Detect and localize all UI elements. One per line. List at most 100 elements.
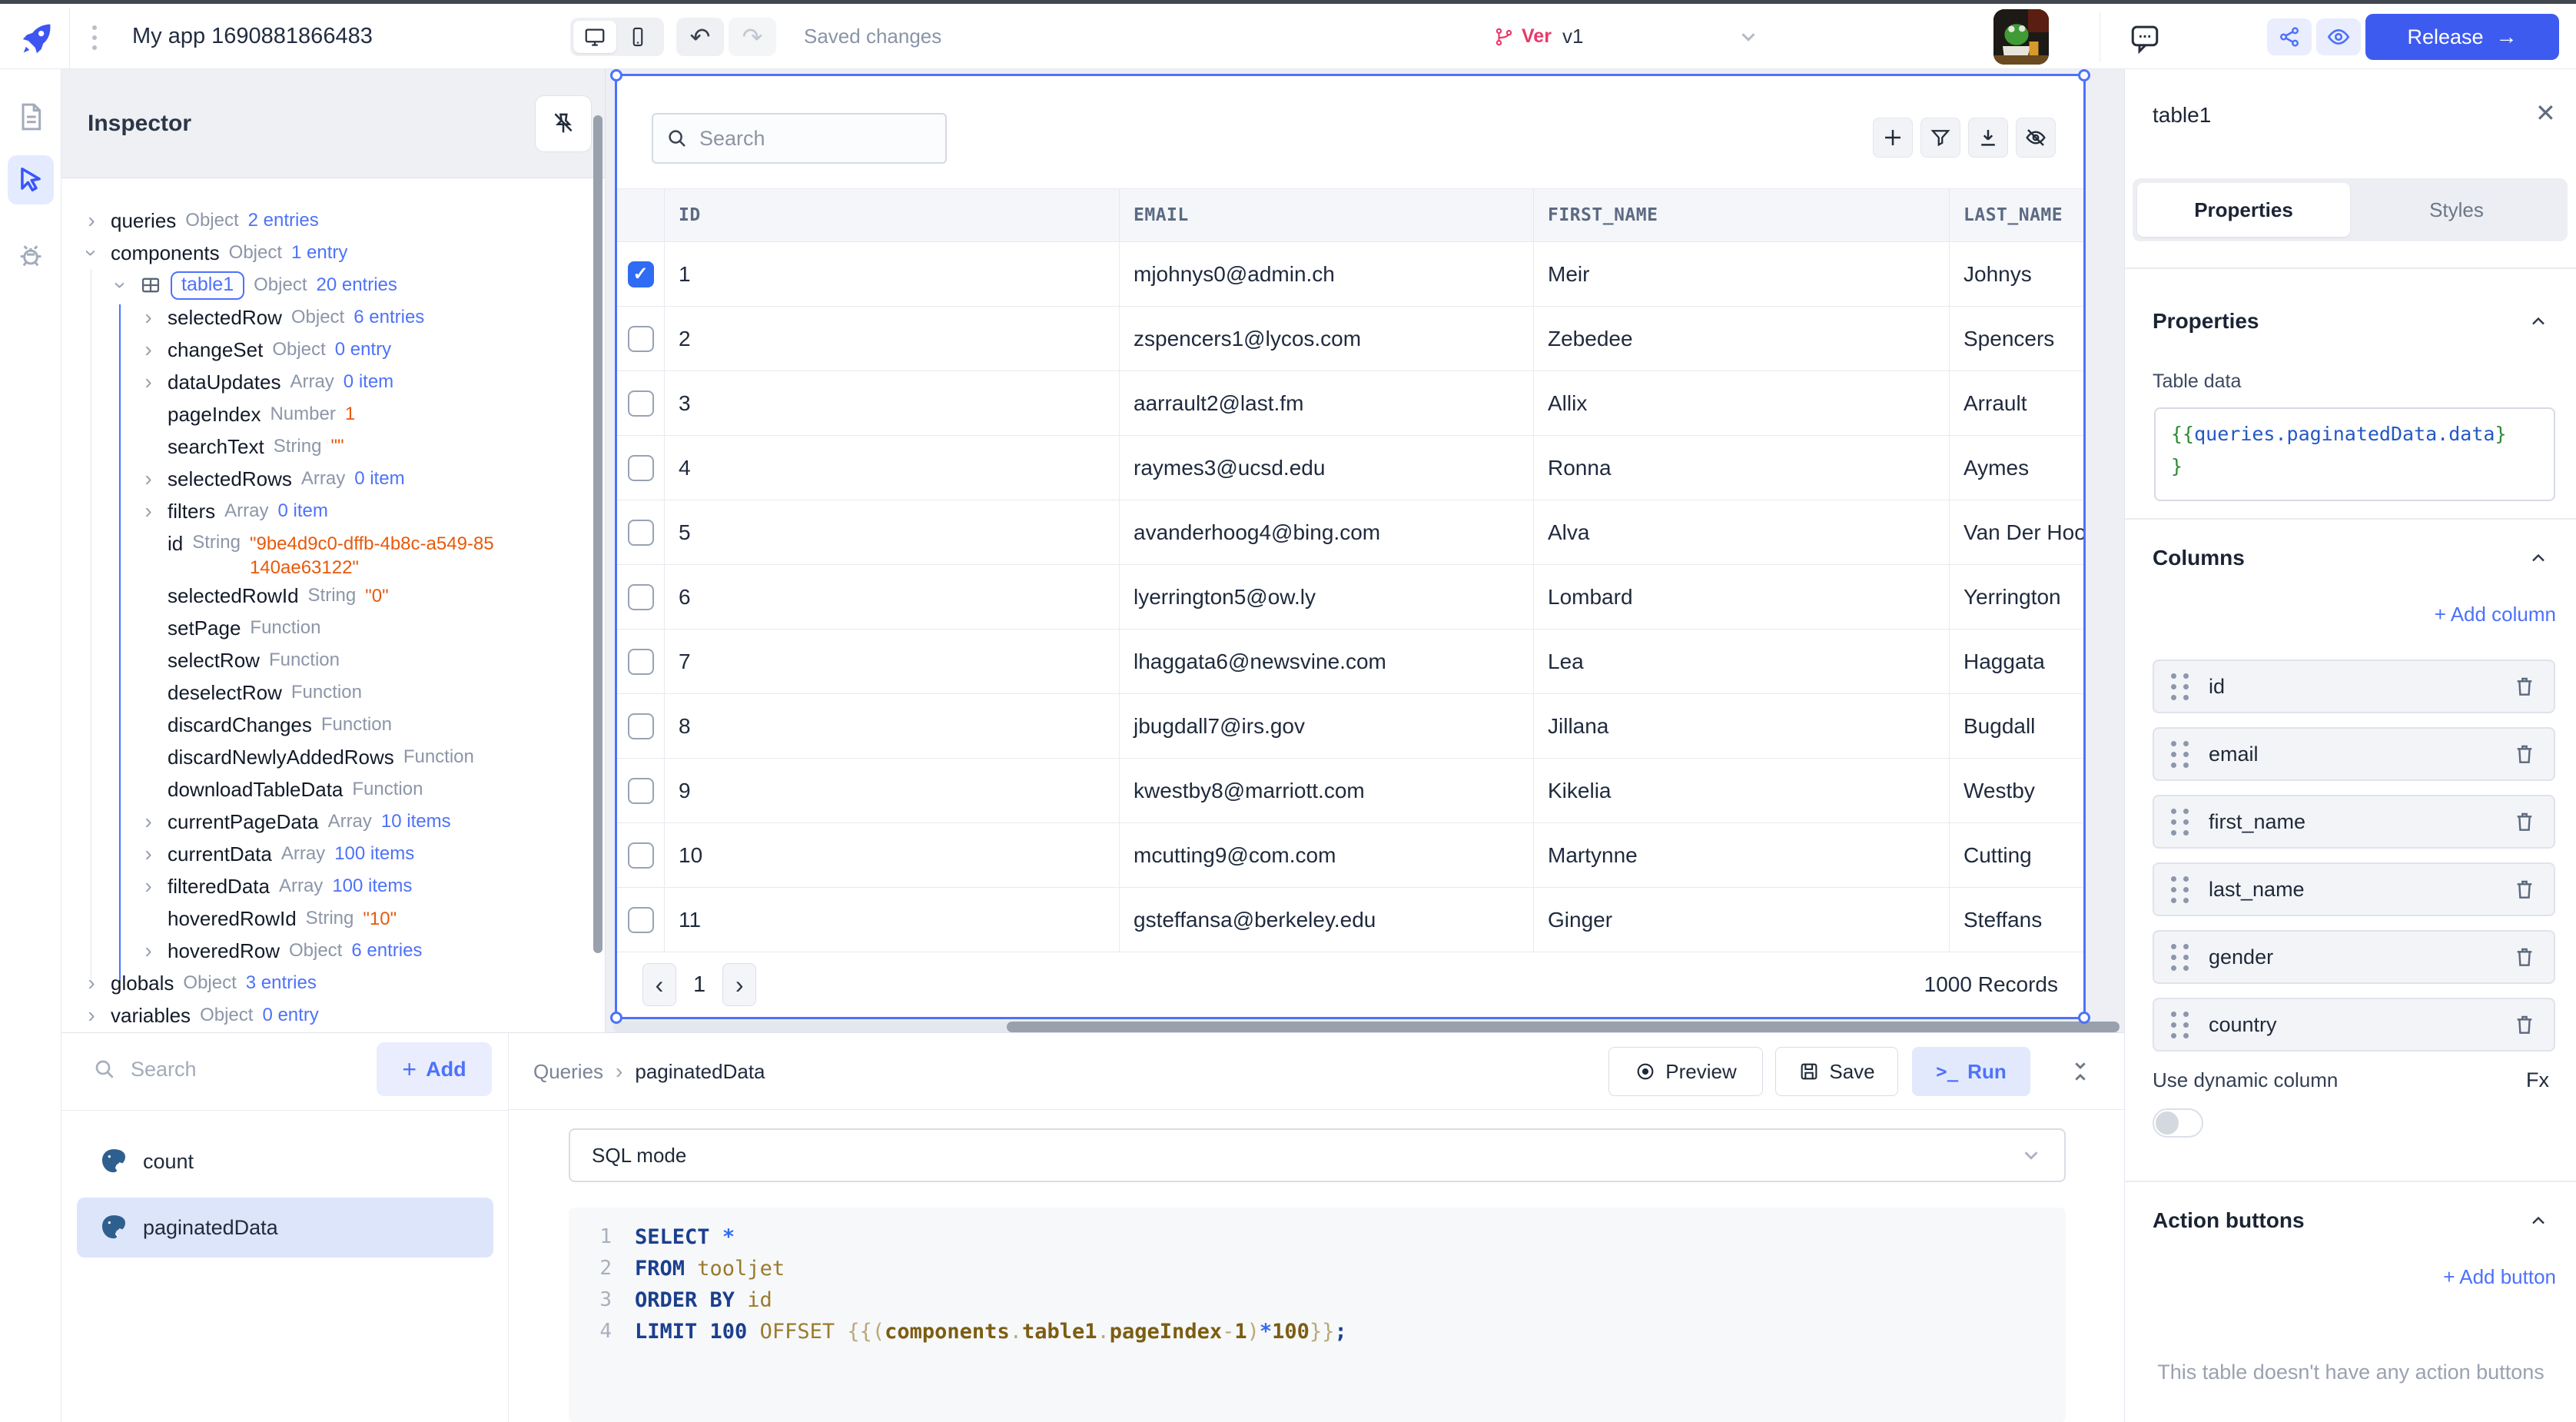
version-selector[interactable]: Ver v1 [1494,4,1760,69]
inspector-node-components[interactable]: ›componentsObject1 entry [61,237,595,269]
row-checkbox[interactable] [628,520,654,546]
cell-id[interactable]: 4 [665,436,1120,500]
inspector-node-selectRow[interactable]: selectRowFunction [61,644,595,676]
cell-email[interactable]: zspencers1@lycos.com [1120,307,1534,370]
inspector-nav-item[interactable] [8,155,54,204]
sql-mode-select[interactable]: SQL mode [569,1128,2066,1182]
tree-chevron-icon[interactable]: › [138,811,158,832]
download-button[interactable] [1968,118,2008,158]
column-item-id[interactable]: id [2153,660,2555,713]
column-header-first_name[interactable]: FIRST_NAME [1534,189,1950,241]
cell-first-name[interactable]: Jillana [1534,694,1950,758]
row-checkbox[interactable] [628,390,654,417]
add-row-button[interactable] [1873,118,1913,158]
sql-code-editor[interactable]: 1SELECT *2FROM tooljet3ORDER BY id4LIMIT… [569,1208,2066,1422]
inspector-node-pageIndex[interactable]: pageIndexNumber1 [61,398,595,430]
query-item-paginatedData[interactable]: paginatedData [77,1198,493,1258]
desktop-view-button[interactable] [573,21,616,53]
cell-first-name[interactable]: Lea [1534,630,1950,693]
inspector-node-table1[interactable]: ›table1Object20 entries [61,269,595,301]
section-properties[interactable]: Properties [2153,306,2549,337]
tree-chevron-icon[interactable]: › [138,875,158,897]
inspector-node-variables[interactable]: ›variablesObject0 entry [61,999,595,1032]
column-header-id[interactable]: ID [665,189,1120,241]
drag-handle-icon[interactable] [2171,944,2189,971]
table-row[interactable]: 3aarrault2@last.fmAllixArrault [617,371,2083,436]
debugger-bug-icon[interactable] [15,240,46,271]
unpin-button[interactable] [535,95,592,152]
drag-handle-icon[interactable] [2171,1012,2189,1038]
cell-email[interactable]: gsteffansa@berkeley.edu [1120,888,1534,952]
prev-page-button[interactable]: ‹ [642,963,676,1006]
section-action-buttons[interactable]: Action buttons [2153,1205,2549,1236]
pages-icon[interactable] [15,101,46,132]
app-menu-kebab-icon[interactable] [92,25,97,50]
inspector-node-discardChanges[interactable]: discardChangesFunction [61,709,595,741]
cell-email[interactable]: lhaggata6@newsvine.com [1120,630,1534,693]
inspector-node-selectedRowId[interactable]: selectedRowIdString"0" [61,580,595,612]
inspector-node-currentPageData[interactable]: ›currentPageDataArray10 items [61,806,595,838]
tree-chevron-icon[interactable]: › [138,468,158,490]
cell-first-name[interactable]: Martynne [1534,823,1950,887]
drag-handle-icon[interactable] [2171,741,2189,768]
tooljet-logo-icon[interactable] [17,19,57,59]
trash-icon[interactable] [2512,809,2537,834]
tree-chevron-icon[interactable]: › [138,843,158,865]
cell-first-name[interactable]: Meir [1534,242,1950,306]
table-row[interactable]: 4raymes3@ucsd.eduRonnaAymes [617,436,2083,500]
tree-chevron-icon[interactable]: › [138,940,158,962]
table-row[interactable]: 5avanderhoog4@bing.comAlvaVan Der Hoog [617,500,2083,565]
resize-handle[interactable] [610,1012,622,1024]
inspector-node-queries[interactable]: ›queriesObject2 entries [61,204,595,237]
cell-id[interactable]: 2 [665,307,1120,370]
release-button[interactable]: Release→ [2365,14,2559,60]
query-search-input[interactable]: Search [92,1042,197,1096]
collapse-panel-button[interactable] [2067,1056,2101,1087]
column-item-gender[interactable]: gender [2153,930,2555,984]
tree-chevron-icon[interactable]: › [81,210,101,231]
row-checkbox[interactable] [628,326,654,352]
next-page-button[interactable]: › [722,963,756,1006]
cell-first-name[interactable]: Ginger [1534,888,1950,952]
cell-id[interactable]: 11 [665,888,1120,952]
cell-id[interactable]: 5 [665,500,1120,564]
cell-last-name[interactable]: Aymes [1950,436,2083,500]
query-item-count[interactable]: count [77,1131,493,1191]
add-column-link[interactable]: + Add column [2435,603,2556,626]
table-row[interactable]: 10mcutting9@com.comMartynneCutting [617,823,2083,888]
inspector-node-downloadTableData[interactable]: downloadTableDataFunction [61,773,595,806]
tree-chevron-icon[interactable]: › [81,972,101,994]
inspector-node-dataUpdates[interactable]: ›dataUpdatesArray0 item [61,366,595,398]
trash-icon[interactable] [2512,674,2537,699]
resize-handle[interactable] [610,69,622,81]
inspector-node-discardNewlyAddedRows[interactable]: discardNewlyAddedRowsFunction [61,741,595,773]
column-item-first_name[interactable]: first_name [2153,795,2555,849]
row-checkbox[interactable] [628,842,654,869]
trash-icon[interactable] [2512,945,2537,969]
cell-email[interactable]: mjohnys0@admin.ch [1120,242,1534,306]
save-query-button[interactable]: Save [1775,1047,1898,1096]
inspector-node-selectedRows[interactable]: ›selectedRowsArray0 item [61,463,595,495]
cell-email[interactable]: jbugdall7@irs.gov [1120,694,1534,758]
add-action-button-link[interactable]: + Add button [2443,1265,2556,1289]
tree-chevron-icon[interactable]: › [81,243,102,263]
cell-id[interactable]: 9 [665,759,1120,822]
filter-button[interactable] [1920,118,1960,158]
share-button[interactable] [2267,18,2312,55]
tab-properties[interactable]: Properties [2137,183,2350,237]
cell-first-name[interactable]: Alva [1534,500,1950,564]
undo-button[interactable]: ↶ [676,18,724,56]
inspector-node-deselectRow[interactable]: deselectRowFunction [61,676,595,709]
dynamic-column-toggle[interactable] [2153,1108,2203,1138]
inspector-node-hoveredRowId[interactable]: hoveredRowIdString"10" [61,902,595,935]
table-row[interactable]: 7lhaggata6@newsvine.comLeaHaggata [617,630,2083,694]
cell-last-name[interactable]: Spencers [1950,307,2083,370]
table-search-input[interactable]: Search [652,113,947,164]
cell-last-name[interactable]: Westby [1950,759,2083,822]
inspector-node-changeSet[interactable]: ›changeSetObject0 entry [61,334,595,366]
trash-icon[interactable] [2512,742,2537,766]
row-checkbox[interactable] [628,649,654,675]
column-item-email[interactable]: email [2153,727,2555,781]
close-icon[interactable]: ✕ [2535,98,2556,128]
mobile-view-button[interactable] [616,21,659,53]
